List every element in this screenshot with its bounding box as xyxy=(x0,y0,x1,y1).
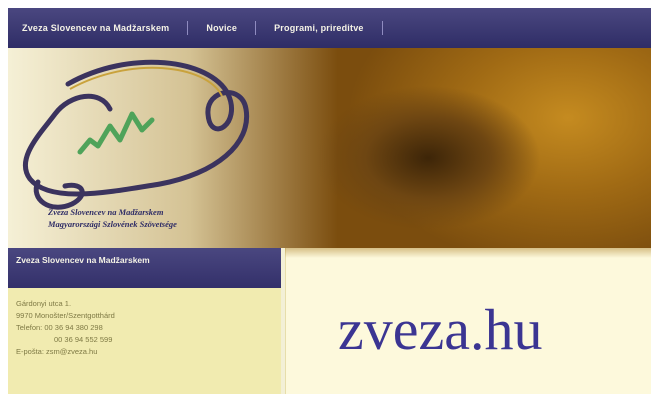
header-banner: Zveza Slovencev na Madžarskem Magyarorsz… xyxy=(8,48,651,248)
org-name-slovene: Zveza Slovencev na Madžarskem xyxy=(48,207,164,217)
contact-phone: Telefon: 00 36 94 380 298 xyxy=(16,323,103,332)
nav-separator xyxy=(187,21,189,35)
sidebar-title: Zveza Slovencev na Madžarskem xyxy=(8,248,281,288)
nav-separator xyxy=(381,21,383,35)
nav-item-home[interactable]: Zveza Slovencev na Madžarskem xyxy=(22,23,169,33)
contact-city: 9970 Monošter/Szentgotthárd xyxy=(16,311,115,320)
contact-address: Gárdonyi utca 1. xyxy=(16,299,72,308)
top-navigation: Zveza Slovencev na Madžarskem Novice Pro… xyxy=(8,8,651,48)
panel-shadow xyxy=(285,248,651,258)
nav-item-programs[interactable]: Programi, prireditve xyxy=(274,23,364,33)
domain-name: zveza.hu xyxy=(338,297,543,362)
page-frame: Zveza Slovencev na Madžarskem Novice Pro… xyxy=(8,8,651,394)
contact-phone-2: 00 36 94 552 599 xyxy=(54,335,113,344)
org-name-hungarian: Magyarországi Szlovének Szövetsége xyxy=(48,219,177,229)
contact-info: Gárdonyi utca 1. 9970 Monošter/Szentgott… xyxy=(8,288,281,394)
contact-email[interactable]: E-pošta: zsm@zveza.hu xyxy=(16,346,273,358)
logo-icon xyxy=(22,59,250,210)
nav-item-news[interactable]: Novice xyxy=(206,23,237,33)
nav-separator xyxy=(255,21,257,35)
organization-name: Zveza Slovencev na Madžarskem Magyarorsz… xyxy=(48,206,308,230)
